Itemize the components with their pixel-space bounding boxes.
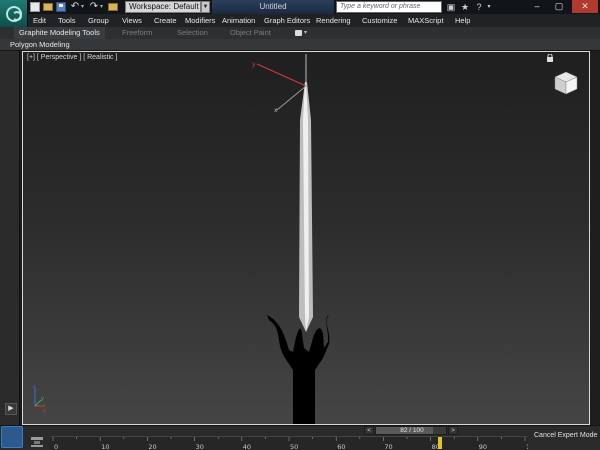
maximize-button[interactable]: ▢ xyxy=(550,0,568,13)
lock-icon[interactable] xyxy=(547,54,553,62)
menu-create[interactable]: Create xyxy=(154,14,177,27)
world-axis-icon: z x y xyxy=(33,384,46,412)
trackbar-filter-icon[interactable] xyxy=(30,436,44,448)
open-folder-icon[interactable] xyxy=(43,3,53,11)
ribbon-panel: Polygon Modeling xyxy=(0,39,600,51)
viewcube-icon[interactable] xyxy=(553,70,579,96)
ribbon-options-dropdown-icon[interactable]: ▾ xyxy=(304,27,307,39)
search-input[interactable]: Type a keyword or phrase xyxy=(336,1,442,13)
world-axis-z-label: z xyxy=(33,384,36,390)
menu-tools[interactable]: Tools xyxy=(58,14,76,27)
world-axis-x-label: x xyxy=(43,408,46,412)
frame-counter: 82 / 100 xyxy=(400,427,424,434)
cancel-expert-mode-button[interactable]: Cancel Expert Mode xyxy=(534,432,597,439)
time-cursor[interactable] xyxy=(438,437,443,449)
ruler-label: 90 xyxy=(479,443,487,450)
previous-frame-button[interactable]: < xyxy=(364,426,374,435)
binoculars-icon[interactable]: ▣ xyxy=(446,2,456,12)
ruler-label: 30 xyxy=(196,443,204,450)
timeline-ruler: 0102030405060708090100 xyxy=(52,437,528,450)
gizmo-x-axis xyxy=(256,63,307,87)
undo-icon[interactable]: ↶ xyxy=(70,2,80,12)
ruler-label: 10 xyxy=(101,443,109,450)
menu-views[interactable]: Views xyxy=(122,14,142,27)
sword-guard xyxy=(267,314,330,424)
minimize-button[interactable]: – xyxy=(528,0,546,13)
menu-graph-editors[interactable]: Graph Editors xyxy=(264,14,310,27)
menu-maxscript[interactable]: MAXScript xyxy=(408,14,443,27)
menu-group[interactable]: Group xyxy=(88,14,109,27)
menu-rendering[interactable]: Rendering xyxy=(316,14,351,27)
window-title: Untitled xyxy=(212,0,334,14)
project-folder-icon[interactable] xyxy=(108,3,118,11)
gizmo-y-label: y xyxy=(252,61,256,68)
app-logo-icon[interactable] xyxy=(0,0,28,28)
workspace-dropdown-icon[interactable]: ▼ xyxy=(201,1,210,13)
tab-freeform[interactable]: Freeform xyxy=(122,27,152,39)
undo-dropdown-icon[interactable]: ▾ xyxy=(81,2,87,12)
world-axis-y-label: y xyxy=(41,396,44,402)
redo-icon[interactable]: ↷ xyxy=(89,2,99,12)
viewport-label[interactable]: [+] [ Perspective ] [ Realistic ] xyxy=(27,54,117,61)
ribbon-options-icon[interactable] xyxy=(295,30,302,36)
menu-customize[interactable]: Customize xyxy=(362,14,397,27)
ruler-label: 0 xyxy=(54,443,58,450)
expand-arrow-icon[interactable]: ▶ xyxy=(5,403,17,415)
scene-canvas[interactable]: y x xyxy=(23,52,590,425)
right-toolbar xyxy=(590,51,600,425)
menu-modifiers[interactable]: Modifiers xyxy=(185,14,215,27)
close-button[interactable]: ✕ xyxy=(572,0,598,13)
star-icon[interactable]: ★ xyxy=(460,2,470,12)
tab-object-paint[interactable]: Object Paint xyxy=(230,27,271,39)
gizmo-y-axis xyxy=(276,85,307,111)
gizmo-x-label: x xyxy=(274,107,278,114)
ruler-label: 70 xyxy=(384,443,392,450)
tab-selection[interactable]: Selection xyxy=(177,27,208,39)
menu-edit[interactable]: Edit xyxy=(33,14,46,27)
redo-dropdown-icon[interactable]: ▾ xyxy=(100,2,106,12)
menu-animation[interactable]: Animation xyxy=(222,14,255,27)
menu-bar: Edit Tools Group Views Create Modifiers … xyxy=(28,14,600,27)
ruler-label: 40 xyxy=(243,443,251,450)
help-dropdown-icon[interactable]: ▾ xyxy=(486,2,492,12)
polygon-modeling-panel[interactable]: Polygon Modeling xyxy=(10,39,70,51)
left-toolbar: ▶ xyxy=(0,51,20,425)
ruler-label: 20 xyxy=(148,443,156,450)
time-slider[interactable]: 82 / 100 xyxy=(375,426,447,435)
perspective-viewport[interactable]: y x [+] [ Perspective ] [ Realistic ] z … xyxy=(22,51,590,425)
maxscript-listener-icon[interactable] xyxy=(1,426,23,448)
save-icon[interactable] xyxy=(56,2,66,12)
workspace-selector[interactable]: Workspace: Default xyxy=(125,1,201,13)
trackbar[interactable]: 0102030405060708090100 xyxy=(50,436,528,450)
ruler-label: 50 xyxy=(290,443,298,450)
tab-graphite-modeling-tools[interactable]: Graphite Modeling Tools xyxy=(14,27,105,39)
next-frame-button[interactable]: > xyxy=(448,426,458,435)
transform-gizmo[interactable]: y x xyxy=(252,54,307,114)
ruler-label: 100 xyxy=(526,443,528,450)
title-bar: ↶ ▾ ↷ ▾ Workspace: Default ▼ Untitled Ty… xyxy=(0,0,600,28)
help-icon[interactable]: ? xyxy=(474,2,484,12)
ribbon: Graphite Modeling Tools Freeform Selecti… xyxy=(0,27,600,39)
new-file-icon[interactable] xyxy=(30,2,40,12)
menu-help[interactable]: Help xyxy=(455,14,470,27)
timeline-area: < 82 / 100 > 0102030405060708090100 xyxy=(0,425,600,450)
ruler-label: 60 xyxy=(337,443,345,450)
sword-model[interactable] xyxy=(267,82,330,425)
